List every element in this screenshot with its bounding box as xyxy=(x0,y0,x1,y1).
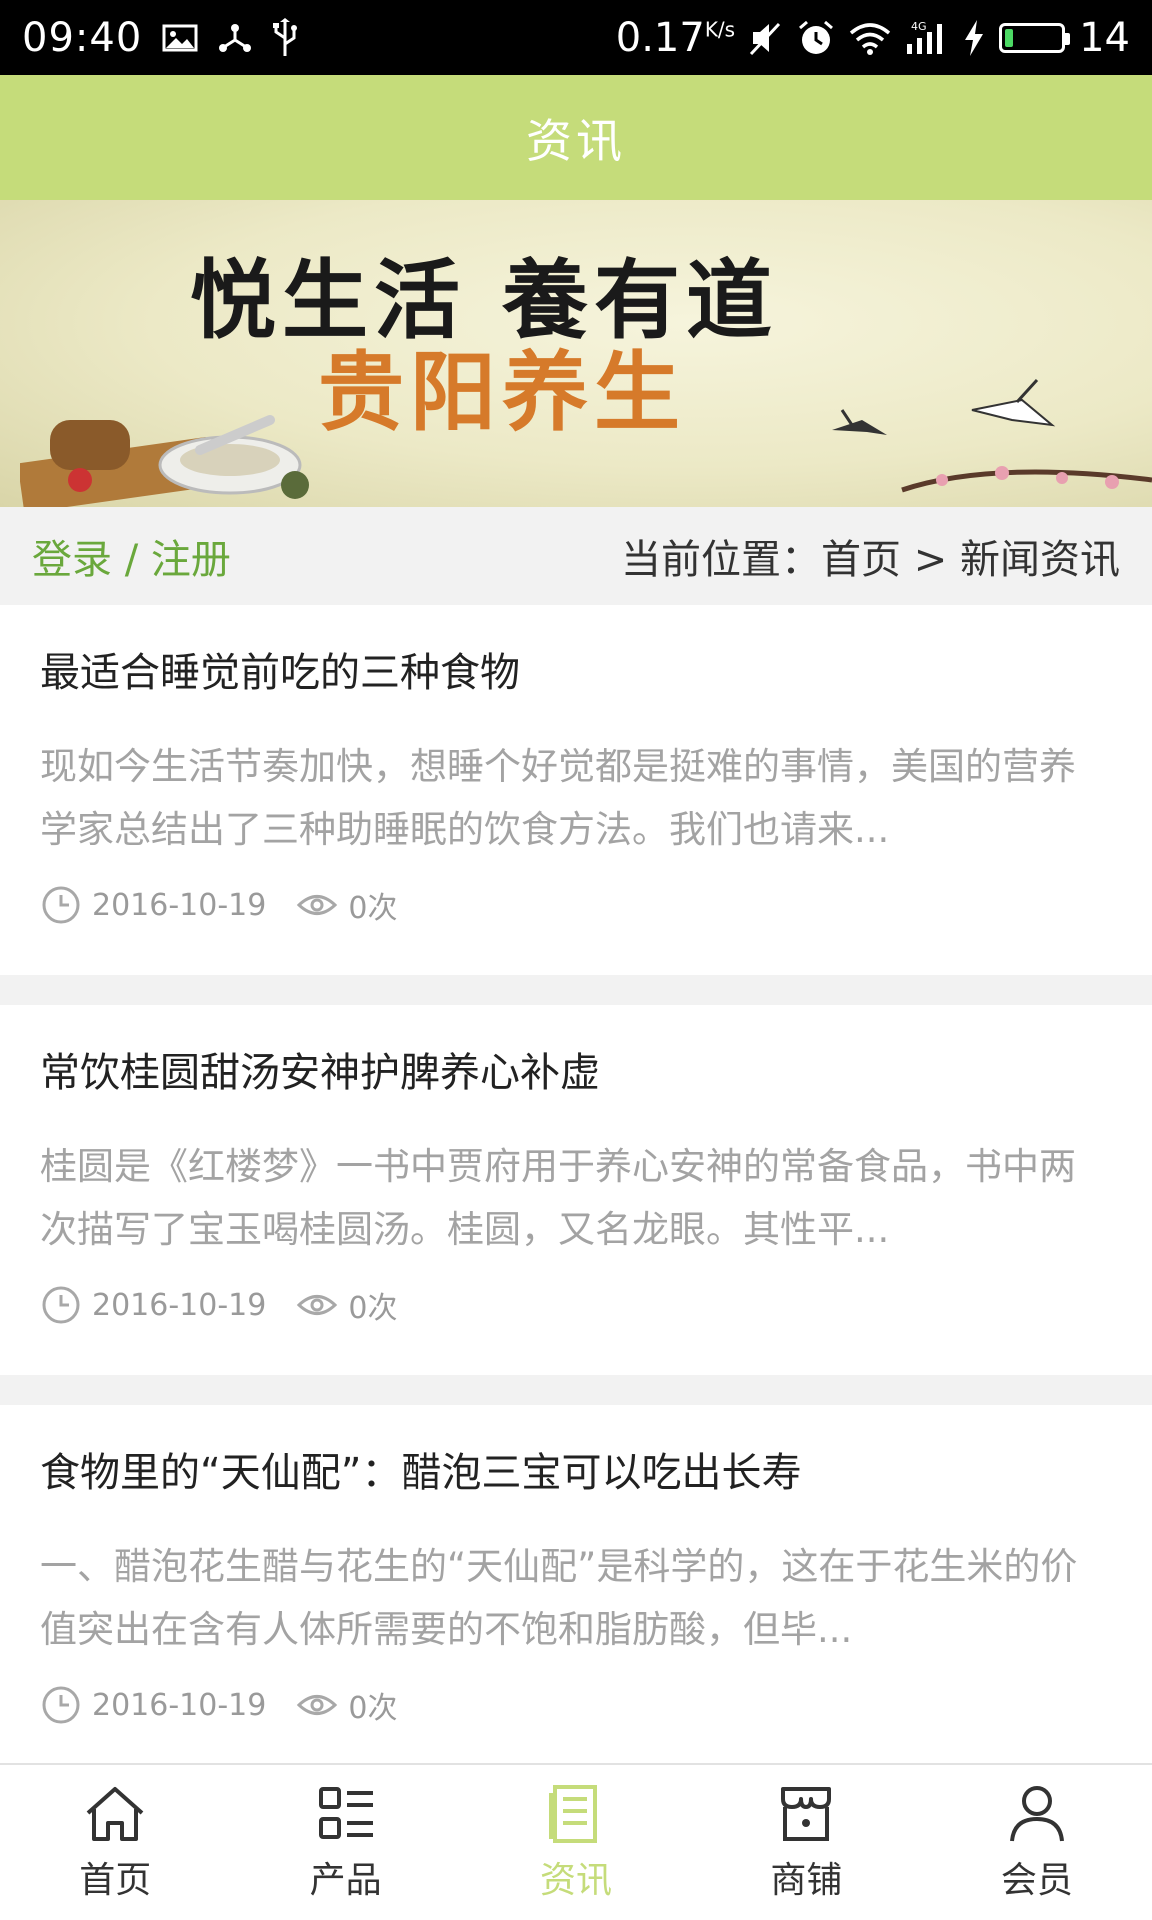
news-views: 0次 xyxy=(348,1291,398,1326)
news-meta: 2016-10-19 0次 xyxy=(40,883,1112,927)
nav-item-member[interactable]: 会员 xyxy=(922,1765,1152,1920)
user-icon xyxy=(1009,1785,1064,1841)
news-title[interactable]: 常饮桂圆甜汤安神护脾养心补虚 xyxy=(40,1045,1112,1101)
image-icon xyxy=(162,24,198,51)
nav-item-news[interactable]: 资讯 xyxy=(461,1765,691,1920)
page-header: 资讯 xyxy=(0,75,1152,200)
news-item[interactable]: 最适合睡觉前吃的三种食物 现如今生活节奏加快，想睡个好觉都是挺难的事情，美国的营… xyxy=(0,605,1152,975)
news-summary: 现如今生活节奏加快，想睡个好觉都是挺难的事情，美国的营养学家总结出了三种助睡眠的… xyxy=(40,745,1076,851)
banner-brand: 贵阳养生 xyxy=(318,342,686,443)
news-date: 2016-10-19 xyxy=(92,1687,267,1723)
news-date: 2016-10-19 xyxy=(92,1287,267,1323)
clock-icon xyxy=(42,1286,80,1324)
battery-icon xyxy=(999,22,1071,53)
shop-icon xyxy=(781,1786,832,1841)
news-meta: 2016-10-19 0次 xyxy=(40,1683,1112,1727)
news-views: 0次 xyxy=(348,1691,398,1726)
nav-item-home[interactable]: 首页 xyxy=(0,1765,230,1920)
banner-image[interactable]: 悦生活 養有道 贵阳养生 xyxy=(0,200,1152,507)
news-summary: 一、醋泡花生醋与花生的“天仙配”是科学的，这在于花生米的价值突出在含有人体所需要… xyxy=(40,1545,1078,1651)
breadcrumb-bar: 登录 / 注册 当前位置：首页 > 新闻资讯 xyxy=(0,507,1152,605)
herbs-illustration xyxy=(20,415,309,507)
eye-icon xyxy=(297,895,338,915)
status-left: 09:40 xyxy=(22,15,298,61)
status-bar: 09:40 0.17K/s 4G 14 xyxy=(0,0,1152,75)
status-time: 09:40 xyxy=(22,14,143,61)
charging-icon xyxy=(965,19,984,56)
news-item[interactable]: 食物里的“天仙配”：醋泡三宝可以吃出长寿 一、醋泡花生醋与花生的“天仙配”是科学… xyxy=(0,1405,1152,1775)
clock-icon xyxy=(42,886,80,924)
alarm-icon xyxy=(799,20,834,54)
news-title[interactable]: 最适合睡觉前吃的三种食物 xyxy=(40,645,1112,701)
signal-4g-icon: 4G xyxy=(907,20,943,54)
status-right: 0.17K/s 4G 14 xyxy=(616,15,1130,61)
news-date: 2016-10-19 xyxy=(92,887,267,923)
nav-label: 会员 xyxy=(1000,1859,1073,1901)
page-title: 资讯 xyxy=(526,113,626,168)
news-title[interactable]: 食物里的“天仙配”：醋泡三宝可以吃出长寿 xyxy=(40,1445,1112,1501)
login-register-link[interactable]: 登录 / 注册 xyxy=(32,527,231,585)
usb-share-icon xyxy=(219,23,252,52)
nav-label: 商铺 xyxy=(770,1859,843,1901)
svg-text:4G: 4G xyxy=(911,20,927,33)
bottom-nav: 首页 产品 资讯 商铺 会员 xyxy=(0,1763,1152,1920)
news-icon xyxy=(549,1784,598,1843)
nav-item-shop[interactable]: 商铺 xyxy=(691,1765,921,1920)
news-summary: 桂圆是《红楼梦》一书中贾府用于养心安神的常备食品，书中两次描写了宝玉喝桂圆汤。桂… xyxy=(40,1145,1076,1251)
nav-label: 资讯 xyxy=(540,1859,613,1901)
nav-item-products[interactable]: 产品 xyxy=(230,1765,460,1920)
wifi-icon xyxy=(849,22,891,55)
cranes-illustration xyxy=(832,378,1152,493)
mute-icon xyxy=(749,22,781,55)
nav-label: 产品 xyxy=(309,1859,382,1901)
news-list: 最适合睡觉前吃的三种食物 现如今生活节奏加快，想睡个好觉都是挺难的事情，美国的营… xyxy=(0,605,1152,1805)
news-item[interactable]: 常饮桂圆甜汤安神护脾养心补虚 桂圆是《红楼梦》一书中贾府用于养心安神的常备食品，… xyxy=(0,1005,1152,1375)
network-speed: 0.17K/s xyxy=(615,14,736,61)
home-icon xyxy=(86,1786,144,1841)
usb-icon xyxy=(273,17,298,56)
news-meta: 2016-10-19 0次 xyxy=(40,1283,1112,1327)
news-views: 0次 xyxy=(348,891,398,926)
battery-level: 14 xyxy=(1079,14,1130,61)
eye-icon xyxy=(297,1295,338,1315)
breadcrumb: 当前位置：首页 > 新闻资讯 xyxy=(621,537,1120,583)
clock-icon xyxy=(42,1686,80,1724)
product-grid-icon xyxy=(318,1786,373,1839)
eye-icon xyxy=(297,1695,338,1715)
nav-label: 首页 xyxy=(79,1859,152,1901)
